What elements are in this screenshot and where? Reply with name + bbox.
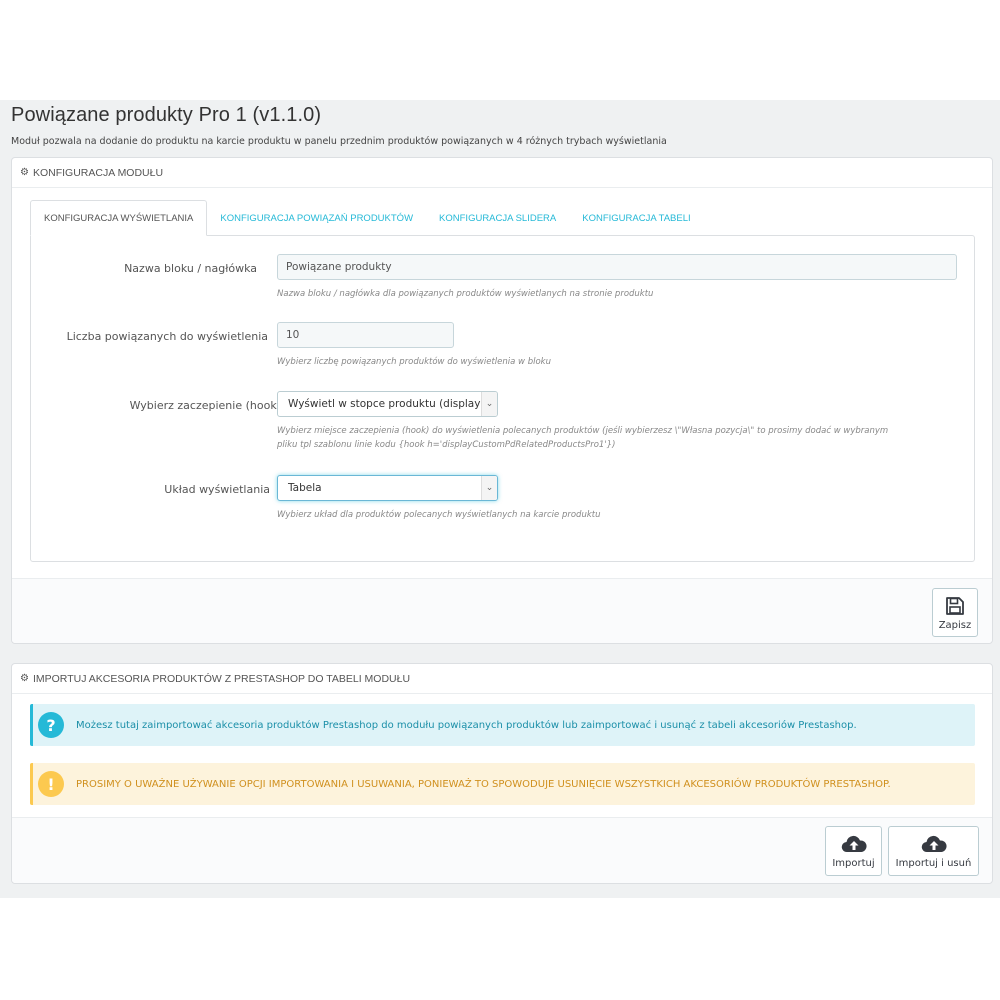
layout-help: Wybierz układ dla produktów polecanych w… <box>277 510 601 520</box>
layout-select[interactable]: Tabela ⌄ <box>277 475 498 501</box>
warning-alert-text: PROSIMY O UWAŻNE UŻYWANIE OPCJI IMPORTOW… <box>76 778 891 790</box>
config-panel-heading: ⚙ KONFIGURACJA MODUŁU <box>12 158 992 188</box>
import-panel-heading: ⚙ IMPORTUJ AKCESORIA PRODUKTÓW Z PRESTAS… <box>12 664 992 694</box>
tab-display-config[interactable]: KONFIGURACJA WYŚWIETLANIA <box>30 200 208 236</box>
import-delete-button-label: Importuj i usuń <box>895 858 972 869</box>
hook-select[interactable]: Wyświetl w stopce produktu (displayPro ⌄ <box>277 391 498 417</box>
cloud-upload-icon <box>841 833 867 855</box>
tab-relations-config[interactable]: KONFIGURACJA POWIĄZAŃ PRODUKTÓW <box>207 200 426 236</box>
block-name-input[interactable]: Powiązane produkty <box>277 254 957 280</box>
info-alert: ? Możesz tutaj zaimportować akcesoria pr… <box>30 704 975 746</box>
warning-alert: ! PROSIMY O UWAŻNE UŻYWANIE OPCJI IMPORT… <box>30 763 975 805</box>
import-delete-button[interactable]: Importuj i usuń <box>888 826 979 876</box>
layout-select-value: Tabela <box>288 482 322 494</box>
hook-label: Wybierz zaczepienie (hook) <box>129 399 281 412</box>
save-button[interactable]: Zapisz <box>932 588 978 637</box>
hook-help-line1: Wybierz miejsce zaczepienia (hook) do wy… <box>277 426 889 436</box>
count-label: Liczba powiązanych do wyświetlenia <box>66 330 268 343</box>
count-help: Wybierz liczbę powiązanych produktów do … <box>277 357 551 367</box>
config-panel-footer: Zapisz <box>12 578 992 643</box>
tab-slider-config[interactable]: KONFIGURACJA SLIDERA <box>426 200 569 236</box>
chevron-down-icon: ⌄ <box>481 392 497 416</box>
cogs-icon: ⚙ <box>20 167 29 178</box>
tab-table-config[interactable]: KONFIGURACJA TABELI <box>569 200 703 236</box>
import-button-label: Importuj <box>832 858 875 869</box>
hook-select-value: Wyświetl w stopce produktu (displayPro <box>288 398 498 410</box>
page-title: Powiązane produkty Pro 1 (v1.1.0) <box>11 104 322 126</box>
config-panel-title: KONFIGURACJA MODUŁU <box>32 166 164 179</box>
count-input[interactable]: 10 <box>277 322 454 348</box>
save-button-label: Zapisz <box>938 619 972 631</box>
tab-content-display: Nazwa bloku / nagłówka Powiązane produkt… <box>30 235 975 562</box>
cogs-icon: ⚙ <box>20 673 29 684</box>
layout-label: Układ wyświetlania <box>164 483 270 496</box>
block-name-help: Nazwa bloku / nagłówka dla powiązanych p… <box>277 289 654 299</box>
floppy-disk-icon <box>945 595 965 617</box>
module-config-panel: ⚙ KONFIGURACJA MODUŁU KONFIGURACJA WYŚWI… <box>11 157 993 644</box>
chevron-down-icon: ⌄ <box>481 476 497 500</box>
exclamation-icon: ! <box>38 771 64 797</box>
import-panel-title: IMPORTUJ AKCESORIA PRODUKTÓW Z PRESTASHO… <box>32 672 411 685</box>
import-button[interactable]: Importuj <box>825 826 882 876</box>
hook-help-line2: pliku tpl szablonu linie kodu {hook h='d… <box>277 440 616 450</box>
block-name-label: Nazwa bloku / nagłówka <box>124 262 257 275</box>
cloud-upload-icon <box>921 833 947 855</box>
info-alert-text: Możesz tutaj zaimportować akcesoria prod… <box>76 719 857 731</box>
page-description: Moduł pozwala na dodanie do produktu na … <box>11 136 667 147</box>
question-icon: ? <box>38 712 64 738</box>
config-tabs: KONFIGURACJA WYŚWIETLANIA KONFIGURACJA P… <box>30 200 704 236</box>
import-panel-footer: Importuj Importuj i usuń <box>12 817 992 883</box>
import-panel: ⚙ IMPORTUJ AKCESORIA PRODUKTÓW Z PRESTAS… <box>11 663 993 884</box>
